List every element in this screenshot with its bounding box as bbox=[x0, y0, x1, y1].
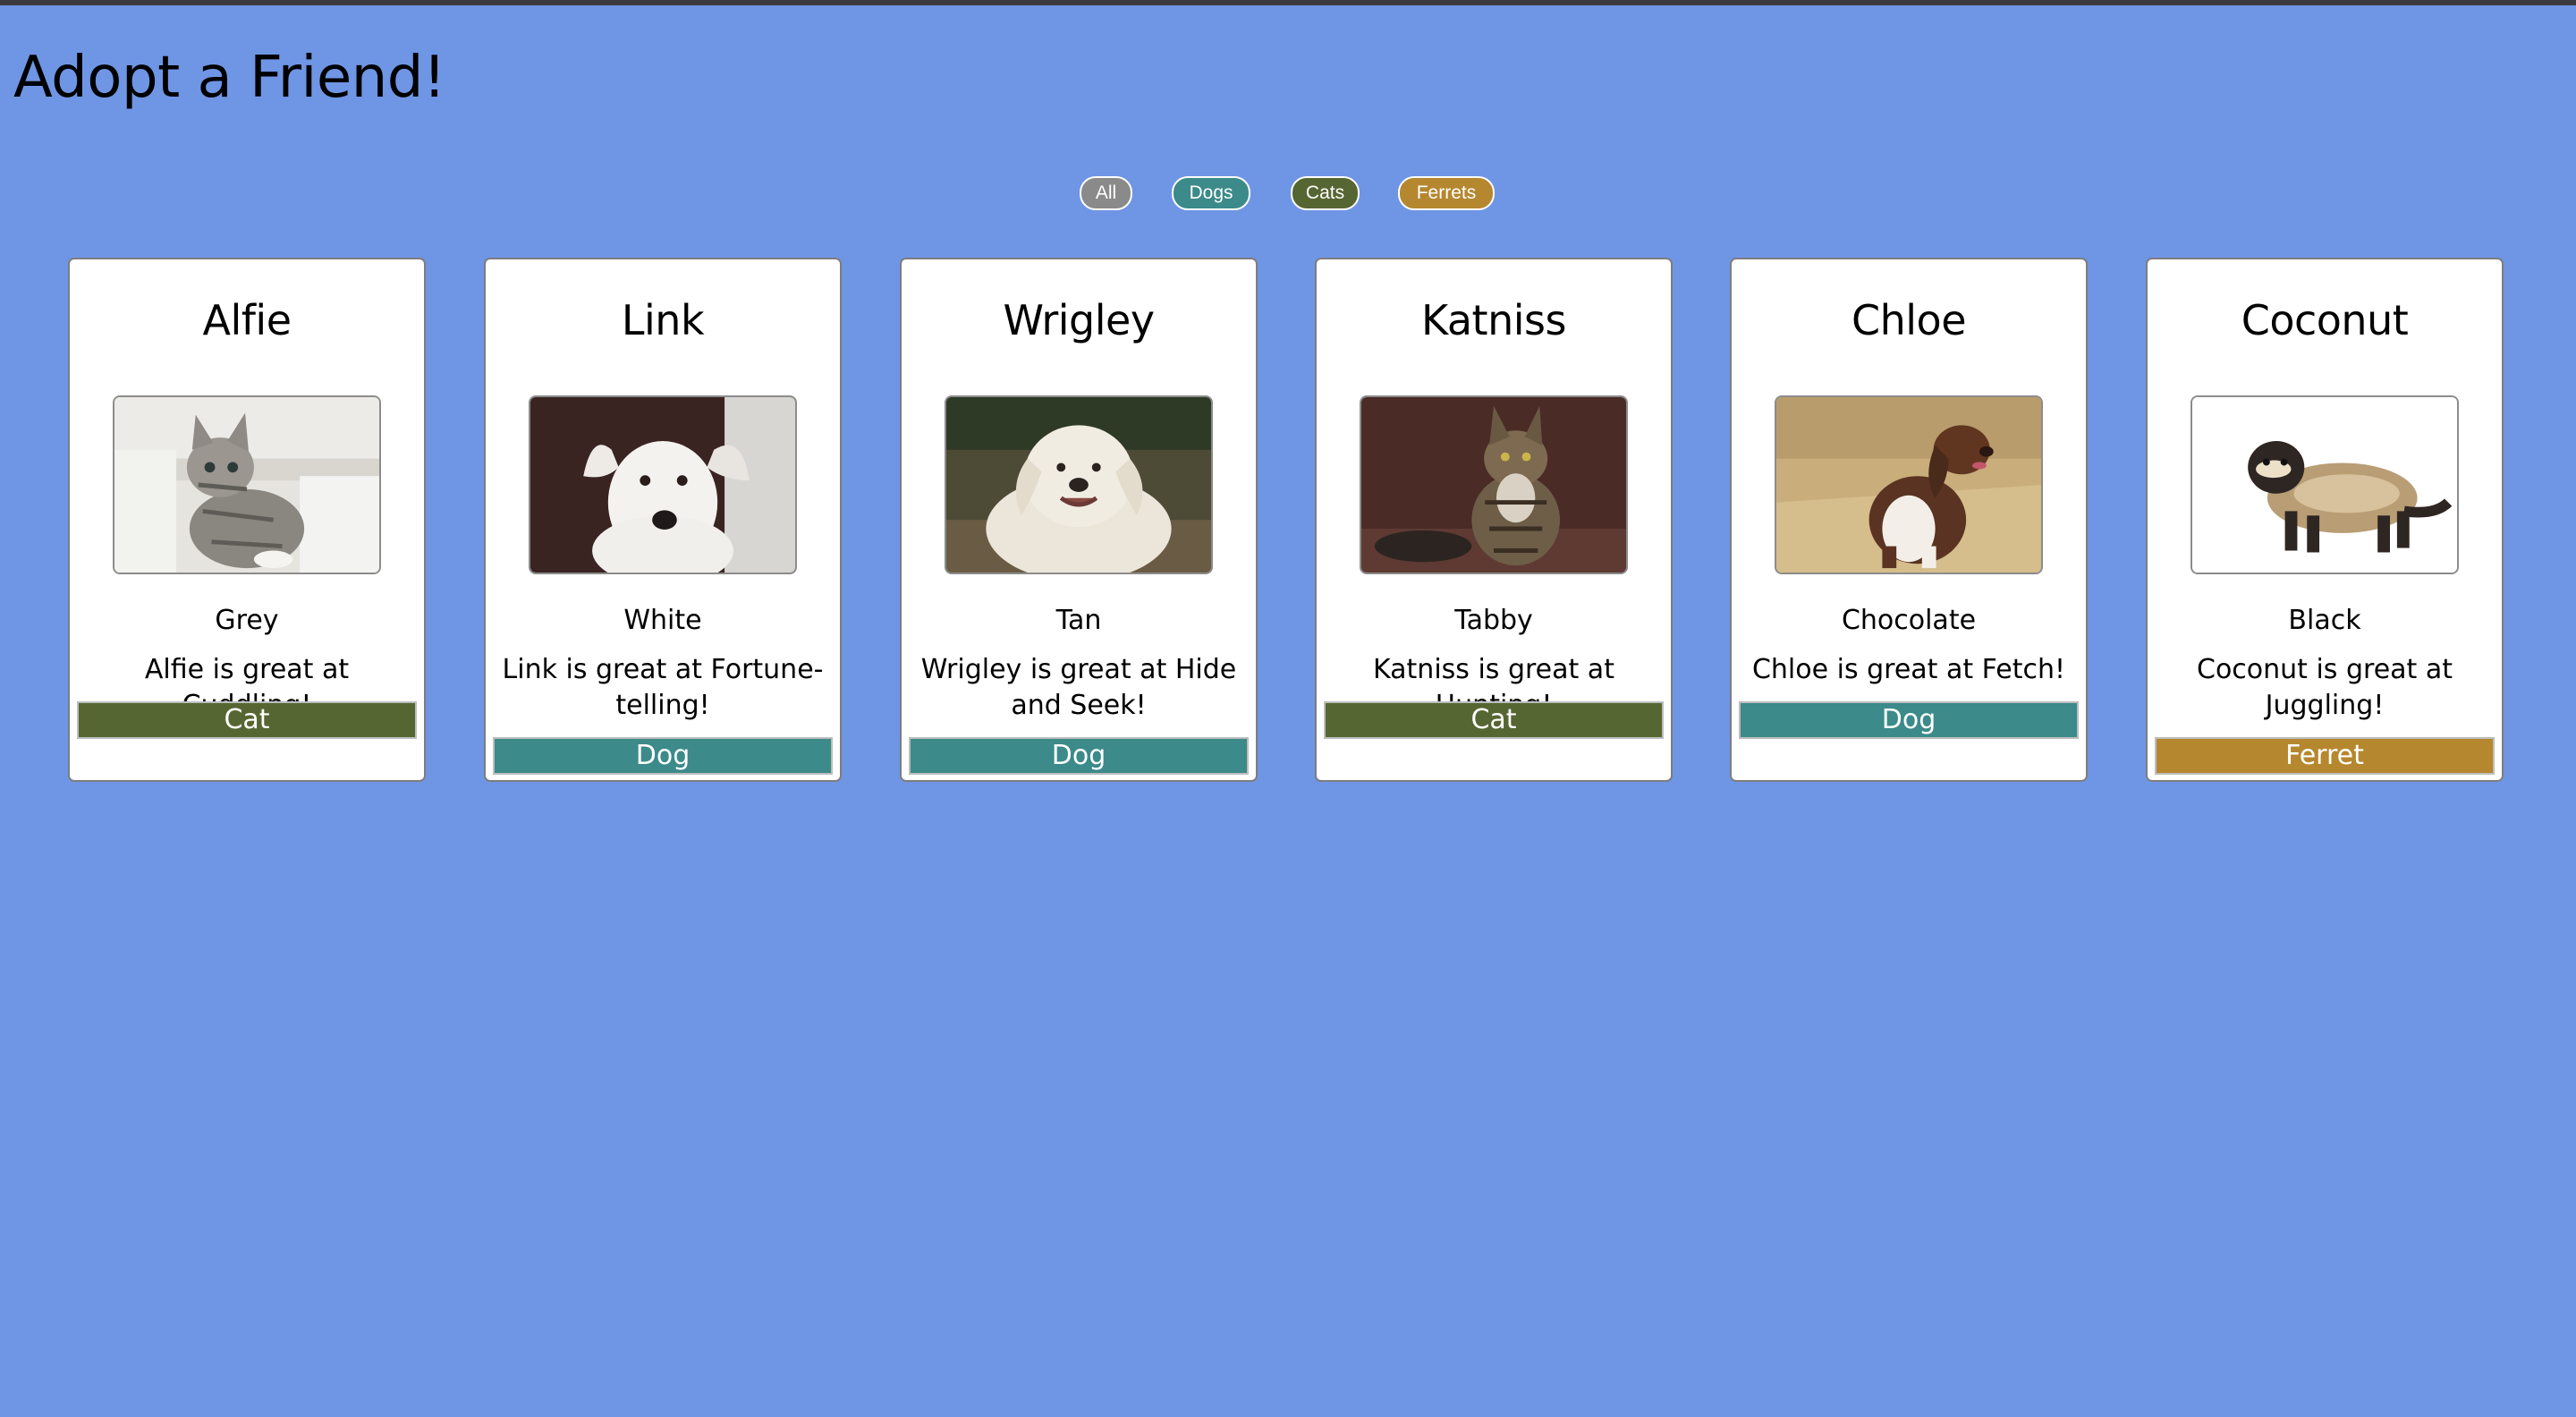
pet-card-link: Link White Link is great at Fortune-tell… bbox=[484, 258, 842, 782]
pet-photo bbox=[945, 395, 1213, 574]
pet-card-alfie: Alfie Grey Alfie is great at Cuddling! C… bbox=[68, 258, 426, 782]
pet-description: Coconut is great at Juggling! bbox=[2197, 654, 2453, 721]
pet-color: White bbox=[623, 605, 702, 636]
pet-name: Wrigley bbox=[1003, 296, 1155, 344]
pet-card-katniss: Katniss Tabby Katniss is great at Huntin… bbox=[1315, 258, 1673, 782]
pet-color: Tabby bbox=[1454, 605, 1533, 636]
filter-ferrets-button[interactable]: Ferrets bbox=[1398, 176, 1495, 210]
pet-photo bbox=[529, 395, 797, 574]
pet-color: Chocolate bbox=[1841, 605, 1977, 636]
pet-photo bbox=[1775, 395, 2043, 574]
pet-color: Tan bbox=[1055, 605, 1102, 636]
filter-all-button[interactable]: All bbox=[1080, 176, 1132, 210]
pet-description: Link is great at Fortune-telling! bbox=[502, 654, 824, 721]
pet-description: Chloe is great at Fetch! bbox=[1751, 654, 2066, 685]
browser-top-strip bbox=[0, 0, 2576, 5]
pet-name: Coconut bbox=[2241, 296, 2409, 344]
pet-type-badge: Dog bbox=[1739, 701, 2079, 739]
pet-type-badge: Cat bbox=[1324, 701, 1664, 739]
pet-name: Alfie bbox=[202, 296, 292, 344]
pet-type-badge: Dog bbox=[909, 737, 1249, 775]
page-title: Adopt a Friend! bbox=[13, 45, 446, 111]
pet-photo bbox=[2190, 395, 2459, 574]
pet-photo bbox=[1360, 395, 1628, 574]
pet-name: Katniss bbox=[1421, 296, 1566, 344]
pet-card-wrigley: Wrigley Tan Wrigley is great at Hide and… bbox=[900, 258, 1258, 782]
pet-color: Black bbox=[2288, 605, 2361, 636]
pet-name: Link bbox=[621, 296, 705, 344]
pet-card-coconut: Coconut Black Coconut is great at Juggli… bbox=[2146, 258, 2504, 782]
pet-type-badge: Dog bbox=[493, 737, 833, 775]
filter-dogs-button[interactable]: Dogs bbox=[1172, 176, 1250, 210]
pet-type-badge: Ferret bbox=[2155, 737, 2495, 775]
pet-color: Grey bbox=[215, 605, 279, 636]
pet-description: Wrigley is great at Hide and Seek! bbox=[920, 654, 1237, 721]
pet-name: Chloe bbox=[1852, 296, 1967, 344]
pet-card-chloe: Chloe Chocolate Chloe is great at Fetch!… bbox=[1730, 258, 2088, 782]
pet-photo bbox=[113, 395, 381, 574]
pet-type-badge: Cat bbox=[77, 701, 417, 739]
filter-cats-button[interactable]: Cats bbox=[1291, 176, 1360, 210]
